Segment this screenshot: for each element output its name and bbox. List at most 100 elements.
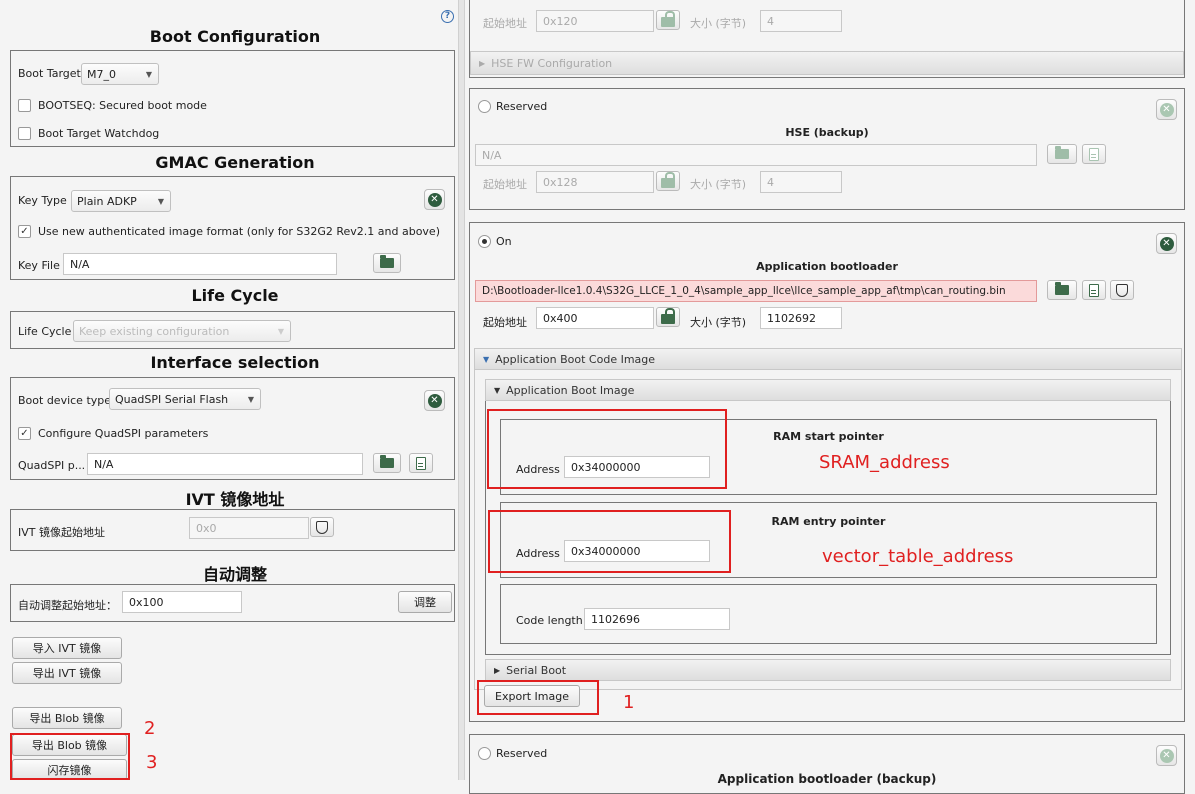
key-file-label: Key File <box>18 259 60 272</box>
code-length-input[interactable]: 1102696 <box>584 608 730 630</box>
import-ivt-button[interactable]: 导入 IVT 镜像 <box>12 637 122 659</box>
key-file-browse-button[interactable] <box>373 253 401 273</box>
help-icon[interactable]: ? <box>441 10 454 23</box>
document-icon <box>1089 147 1099 161</box>
configure-quadspi-checkbox[interactable]: ✓ <box>18 427 31 440</box>
auto-start-label: 自动调整起始地址： <box>18 599 117 612</box>
ivt-title: IVT 镜像地址 <box>185 490 285 509</box>
folder-icon <box>380 455 394 468</box>
app-start-input[interactable]: 0x400 <box>536 307 654 329</box>
highlight-box-export <box>477 680 599 715</box>
quadspi-input[interactable]: N/A <box>87 453 363 475</box>
annotation-2: 2 <box>144 718 156 739</box>
key-type-select[interactable]: Plain ADKP ▼ <box>71 190 171 212</box>
export-ivt-button[interactable]: 导出 IVT 镜像 <box>12 662 122 684</box>
watchdog-checkbox[interactable] <box>18 127 31 140</box>
key-type-label: Key Type <box>18 194 67 207</box>
export-blob-button-1[interactable]: 导出 Blob 镜像 <box>12 707 122 729</box>
lock-icon <box>661 11 675 27</box>
folder-icon <box>1055 282 1069 295</box>
hse-backup-size-input[interactable]: 4 <box>760 171 842 193</box>
app-boot-image-header[interactable]: ▼ Application Boot Image <box>485 379 1171 401</box>
split-divider[interactable] <box>458 0 465 780</box>
boot-device-label: Boot device type <box>18 394 112 407</box>
ivt-start-input[interactable]: 0x0 <box>189 517 309 539</box>
key-file-input[interactable]: N/A <box>63 253 337 275</box>
auto-title: 自动调整 <box>202 565 267 584</box>
ivt-lock-button[interactable] <box>310 517 334 537</box>
app-bootloader-radio-label: On <box>496 235 512 248</box>
app-backup-panel: Reserved ✕ Application bootloader (backu… <box>469 734 1185 794</box>
app-start-label: 起始地址 <box>483 316 527 329</box>
app-backup-title: Application bootloader (backup) <box>717 772 937 786</box>
hse-backup-start-input[interactable]: 0x128 <box>536 171 654 193</box>
app-bootloader-radio[interactable] <box>478 235 491 248</box>
interface-clear-button[interactable]: ✕ <box>424 390 445 411</box>
app-bootloader-file-button[interactable] <box>1082 280 1106 300</box>
app-code-image-header[interactable]: ▼ Application Boot Code Image <box>474 348 1182 370</box>
chevron-down-icon: ▼ <box>145 69 152 79</box>
hse-backup-start-label: 起始地址 <box>483 178 527 191</box>
auto-adjust-button[interactable]: 调整 <box>398 591 452 613</box>
highlight-box-left <box>10 733 130 780</box>
hse-backup-radio-label: Reserved <box>496 100 548 113</box>
hse-backup-file-button[interactable] <box>1082 144 1106 164</box>
shield-icon <box>316 520 328 534</box>
app-lock-button[interactable] <box>656 307 680 327</box>
app-backup-clear-button[interactable]: ✕ <box>1156 745 1177 766</box>
auto-panel: 自动调整起始地址： 0x100 调整 <box>10 584 455 622</box>
lock-icon <box>661 308 675 324</box>
configure-quadspi-label: Configure QuadSPI parameters <box>38 427 209 440</box>
quadspi-browse-button[interactable] <box>373 453 401 473</box>
chevron-right-icon: ▶ <box>479 58 486 68</box>
new-format-checkbox[interactable]: ✓ <box>18 225 31 238</box>
bootseq-checkbox[interactable] <box>18 99 31 112</box>
ivt-start-label: IVT 镜像起始地址 <box>18 526 105 539</box>
app-bootloader-sign-button[interactable] <box>1110 280 1134 300</box>
hse-backup-radio[interactable] <box>478 100 491 113</box>
gmac-panel: Key Type Plain ADKP ▼ ✕ ✓ Use new authent… <box>10 176 455 280</box>
new-format-label: Use new authenticated image format (only… <box>38 225 440 238</box>
hse-backup-lock-button[interactable] <box>656 171 680 191</box>
app-backup-radio[interactable] <box>478 747 491 760</box>
boot-target-select[interactable]: M7_0 ▼ <box>81 63 159 85</box>
shield-icon <box>1116 283 1128 297</box>
life-cycle-label: Life Cycle <box>18 325 72 338</box>
highlight-box-ram-entry <box>488 510 731 573</box>
document-icon <box>416 456 426 470</box>
annotation-3: 3 <box>146 752 158 773</box>
top-size-input[interactable]: 4 <box>760 10 842 32</box>
app-bootloader-clear-button[interactable]: ✕ <box>1156 233 1177 254</box>
top-lock-button[interactable] <box>656 10 680 30</box>
life-cycle-select[interactable]: Keep existing configuration ▼ <box>73 320 291 342</box>
annotation-sram-address: SRAM_address <box>819 452 950 473</box>
chevron-down-icon: ▼ <box>247 394 254 404</box>
app-bootloader-browse-button[interactable] <box>1047 280 1077 300</box>
hse-fw-config-header[interactable]: ▶ HSE FW Configuration <box>470 51 1184 75</box>
top-start-input[interactable]: 0x120 <box>536 10 654 32</box>
top-size-label: 大小 (字节) <box>690 17 747 30</box>
serial-boot-header[interactable]: ▶ Serial Boot <box>485 659 1171 681</box>
app-size-input[interactable]: 1102692 <box>760 307 842 329</box>
auto-start-input[interactable]: 0x100 <box>122 591 242 613</box>
close-icon: ✕ <box>1159 236 1174 251</box>
chevron-down-icon: ▼ <box>157 196 164 206</box>
quadspi-file-button[interactable] <box>409 453 433 473</box>
app-bootloader-path-input[interactable]: D:\Bootloader-llce1.0.4\S32G_LLCE_1_0_4\… <box>475 280 1037 302</box>
hse-backup-clear-button[interactable]: ✕ <box>1156 99 1177 120</box>
gmac-clear-button[interactable]: ✕ <box>424 189 445 210</box>
close-icon: ✕ <box>1159 748 1174 763</box>
chevron-right-icon: ▶ <box>494 665 501 675</box>
highlight-box-ram-start <box>487 409 727 489</box>
hse-backup-path-input[interactable]: N/A <box>475 144 1037 166</box>
chevron-down-icon: ▼ <box>277 326 284 336</box>
interface-panel: Boot device type QuadSPI Serial Flash ▼ ✕… <box>10 377 455 480</box>
boot-device-select[interactable]: QuadSPI Serial Flash ▼ <box>109 388 261 410</box>
bootseq-label: BOOTSEQ: Secured boot mode <box>38 99 207 112</box>
folder-icon <box>1055 146 1069 159</box>
folder-icon <box>380 255 394 268</box>
boot-config-panel: Boot Target M7_0 ▼ BOOTSEQ: Secured boot … <box>10 50 455 147</box>
interface-title: Interface selection <box>150 353 320 372</box>
hse-backup-browse-button[interactable] <box>1047 144 1077 164</box>
watchdog-label: Boot Target Watchdog <box>38 127 160 140</box>
